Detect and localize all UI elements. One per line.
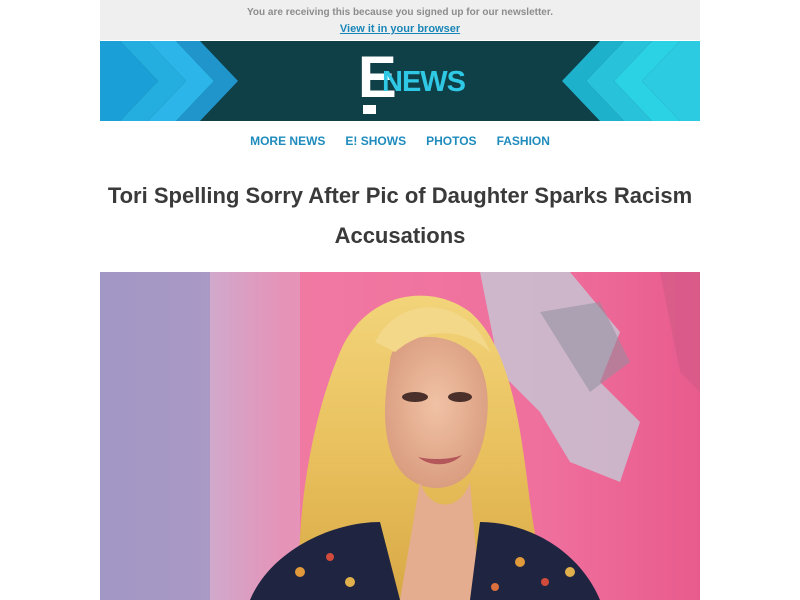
nav-item-fashion[interactable]: FASHION <box>497 134 550 158</box>
nav-item-e-shows[interactable]: E! SHOWS <box>345 134 406 158</box>
view-in-browser-link[interactable]: View it in your browser <box>340 23 460 35</box>
top-nav: MORE NEWS E! SHOWS PHOTOS FASHION <box>100 121 700 158</box>
hero-photo-illustration <box>100 272 700 600</box>
article-hero-image[interactable] <box>100 272 700 600</box>
preheader: You are receiving this because you signe… <box>100 0 700 40</box>
header-banner: E NEWS <box>100 41 700 121</box>
nav-item-photos[interactable]: PHOTOS <box>426 134 476 158</box>
logo-word: NEWS <box>382 66 466 98</box>
newsletter-container: You are receiving this because you signe… <box>100 0 700 600</box>
e-news-logo-icon[interactable]: E NEWS <box>358 49 466 115</box>
preheader-note: You are receiving this because you signe… <box>246 7 553 18</box>
nav-item-more-news[interactable]: MORE NEWS <box>250 134 325 158</box>
article-headline[interactable]: Tori Spelling Sorry After Pic of Daughte… <box>100 176 700 256</box>
logo-exclamation-dot <box>363 105 376 114</box>
